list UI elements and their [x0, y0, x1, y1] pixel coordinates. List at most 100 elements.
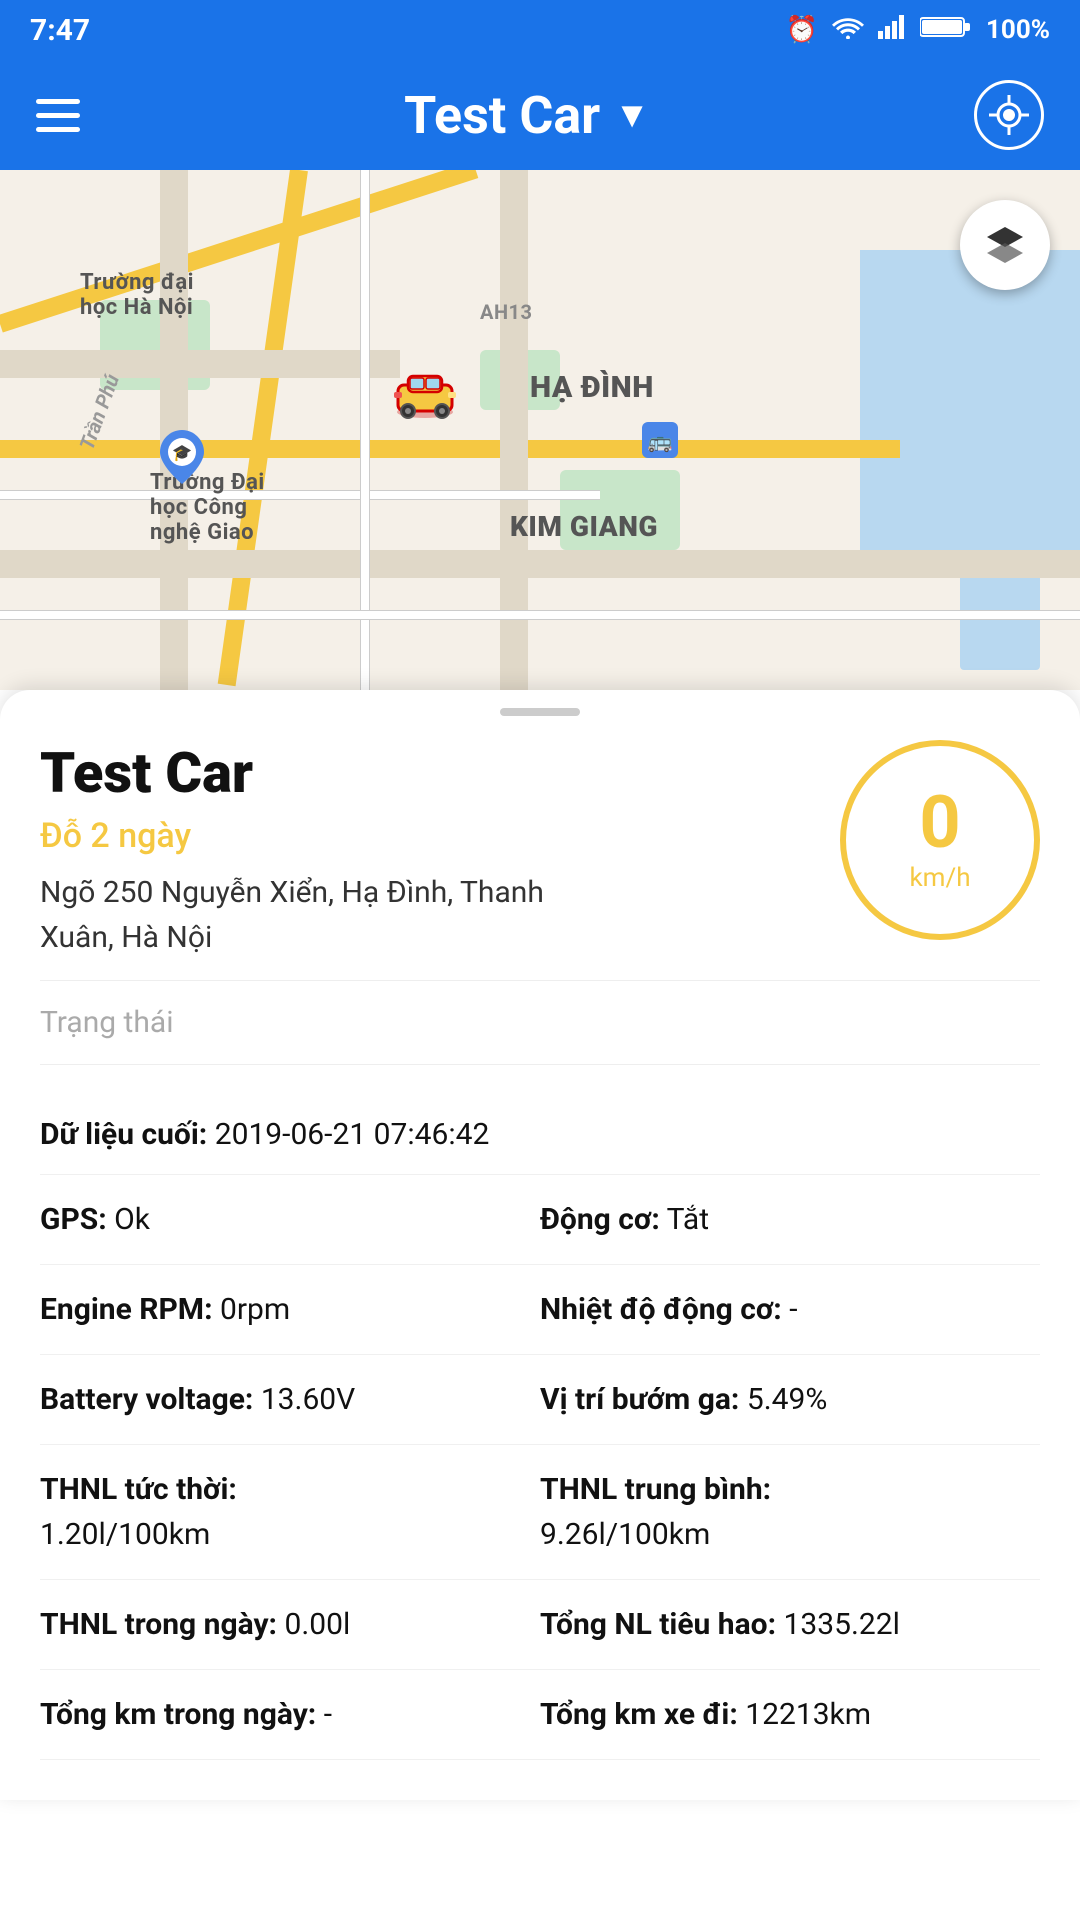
label-du-lieu-cuoi: Dữ liệu cuối: [40, 1117, 207, 1152]
data-col-battery: Battery voltage: 13.60V [40, 1377, 540, 1422]
data-col-dongco: Động cơ: Tắt [540, 1197, 1040, 1242]
map-road-gray [0, 350, 400, 378]
hamburger-menu[interactable] [36, 99, 80, 132]
app-title-text: Test Car [404, 85, 600, 146]
vehicle-name: Test Car [40, 740, 820, 806]
map-water [960, 510, 1040, 670]
app-bar: Test Car ▼ [0, 60, 1080, 170]
value-gps: Ok [114, 1202, 150, 1237]
map-label-hadình: HẠ ĐÌNH [530, 370, 654, 405]
vehicle-info-section: Test Car Đỗ 2 ngày Ngõ 250 Nguyễn Xiển, … [40, 740, 1040, 960]
data-item-thnl-trong-ngay: THNL trong ngày: 0.00l [40, 1607, 350, 1642]
map-road-gray [0, 550, 1080, 578]
trang-thai-section: Trạng thái [40, 980, 1040, 1065]
speed-unit: km/h [909, 863, 970, 893]
app-title-area[interactable]: Test Car ▼ [404, 85, 650, 146]
data-row-thnl-ngay-tongnl: THNL trong ngày: 0.00l Tổng NL tiêu hao:… [40, 1580, 1040, 1670]
value-tongkm-xedi: 12213km [745, 1697, 871, 1732]
data-col-tong-nl: Tổng NL tiêu hao: 1335.22l [540, 1602, 1040, 1647]
map-pin-university: 🎓 [160, 430, 204, 480]
pull-handle[interactable] [40, 690, 1040, 740]
data-item-vitribuomga: Vị trí bướm ga: 5.49% [540, 1382, 827, 1417]
map-layer-button[interactable] [960, 200, 1050, 290]
data-col-tongkm-xedi: Tổng km xe đi: 12213km [540, 1692, 1040, 1737]
speedometer: 0 km/h [840, 740, 1040, 940]
value-thnl-trong-ngay: 0.00l [284, 1607, 350, 1642]
map-road [0, 440, 900, 458]
data-item-tongkm-ngay: Tổng km trong ngày: - [40, 1697, 332, 1732]
data-item-du-lieu-cuoi: Dữ liệu cuối: 2019-06-21 07:46:42 [40, 1117, 489, 1152]
status-time: 7:47 [30, 13, 90, 48]
data-col-thnl-trong-ngay: THNL trong ngày: 0.00l [40, 1602, 540, 1647]
map-label-hanu: Trường đạihọc Hà Nội [80, 270, 194, 320]
value-tongkm-ngay: - [324, 1697, 332, 1732]
data-col-vitribuomga: Vị trí bướm ga: 5.49% [540, 1377, 1040, 1422]
map-label-ah13: AH13 [480, 300, 533, 324]
data-section: Dữ liệu cuối: 2019-06-21 07:46:42 GPS: O… [40, 1095, 1040, 1760]
map-road-thin [0, 490, 600, 500]
data-col-rpm: Engine RPM: 0rpm [40, 1287, 540, 1332]
map-area[interactable]: Trường đạihọc Hà Nội AH13 HẠ ĐÌNH KIM GI… [0, 170, 1080, 690]
battery-icon [920, 15, 972, 46]
data-item-thnl-tuc-thoi: THNL tức thời: 1.20l/100km [40, 1467, 540, 1552]
map-road-thin [0, 610, 1080, 620]
value-du-lieu-cuoi: 2019-06-21 07:46:42 [215, 1117, 490, 1152]
bottom-panel: Test Car Đỗ 2 ngày Ngõ 250 Nguyễn Xiển, … [0, 690, 1080, 1800]
data-item-gps: GPS: Ok [40, 1202, 150, 1237]
vehicle-text: Test Car Đỗ 2 ngày Ngõ 250 Nguyễn Xiển, … [40, 740, 820, 960]
label-vitribuomga: Vị trí bướm ga: [540, 1382, 739, 1417]
label-tong-nl: Tổng NL tiêu hao: [540, 1607, 776, 1642]
data-item-rpm: Engine RPM: 0rpm [40, 1292, 290, 1327]
data-col-nhietdo: Nhiệt độ động cơ: - [540, 1287, 1040, 1332]
map-label-kimgiang: KIM GIANG [510, 510, 658, 543]
data-col-tongkm-ngay: Tổng km trong ngày: - [40, 1692, 540, 1737]
data-item-dongco: Động cơ: Tắt [540, 1202, 709, 1237]
label-nhietdo: Nhiệt độ động cơ: [540, 1292, 782, 1327]
label-tongkm-ngay: Tổng km trong ngày: [40, 1697, 316, 1732]
status-bar: 7:47 ⏰ 100% [0, 0, 1080, 60]
data-item-battery: Battery voltage: 13.60V [40, 1382, 355, 1417]
car-marker [390, 370, 460, 420]
data-item-nhietdo: Nhiệt độ động cơ: - [540, 1292, 798, 1327]
label-tongkm-xedi: Tổng km xe đi: [540, 1697, 738, 1732]
label-rpm: Engine RPM: [40, 1292, 213, 1327]
label-battery: Battery voltage: [40, 1382, 253, 1417]
value-nhietdo: - [789, 1292, 797, 1327]
data-row-du-lieu-cuoi: Dữ liệu cuối: 2019-06-21 07:46:42 [40, 1095, 1040, 1175]
value-thnl-tuc-thoi: 1.20l/100km [40, 1517, 210, 1552]
vehicle-address: Ngõ 250 Nguyễn Xiển, Hạ Đình, Thanh Xuân… [40, 870, 600, 960]
battery-percent: 100% [986, 15, 1050, 45]
data-row-tongkm: Tổng km trong ngày: - Tổng km xe đi: 122… [40, 1670, 1040, 1760]
value-vitribuomga: 5.49% [747, 1382, 827, 1417]
signal-icon [878, 15, 906, 46]
dropdown-arrow-icon: ▼ [614, 94, 650, 136]
pull-handle-bar [500, 708, 580, 716]
data-item-tong-nl: Tổng NL tiêu hao: 1335.22l [540, 1607, 900, 1642]
vehicle-status: Đỗ 2 ngày [40, 816, 820, 856]
data-row-thnl: THNL tức thời: 1.20l/100km THNL trung bì… [40, 1445, 1040, 1580]
location-button[interactable] [974, 80, 1044, 150]
label-gps: GPS: [40, 1202, 107, 1237]
label-thnl-trung-binh: THNL trung bình: [540, 1467, 1040, 1512]
data-row-rpm-nhietdo: Engine RPM: 0rpm Nhiệt độ động cơ: - [40, 1265, 1040, 1355]
svg-text:🎓: 🎓 [172, 443, 192, 462]
map-pin-bus: 🚌 [640, 420, 680, 466]
label-thnl-trong-ngay: THNL trong ngày: [40, 1607, 277, 1642]
speed-value: 0 [919, 787, 960, 859]
map-water [860, 250, 1080, 550]
alarm-icon: ⏰ [786, 15, 818, 45]
svg-text:🚌: 🚌 [648, 429, 673, 453]
wifi-icon [832, 15, 864, 46]
status-icons: ⏰ 100% [786, 15, 1050, 46]
label-thnl-tuc-thoi: THNL tức thời: [40, 1467, 540, 1512]
value-thnl-trung-binh: 9.26l/100km [540, 1517, 710, 1552]
value-battery: 13.60V [261, 1382, 355, 1417]
data-row-battery-vitri: Battery voltage: 13.60V Vị trí bướm ga: … [40, 1355, 1040, 1445]
trang-thai-label: Trạng thái [40, 1005, 174, 1040]
value-tong-nl: 1335.22l [784, 1607, 900, 1642]
data-item-thnl-trung-binh: THNL trung bình: 9.26l/100km [540, 1467, 1040, 1552]
value-dongco: Tắt [667, 1202, 709, 1237]
data-col-thnl-trung-binh: THNL trung bình: 9.26l/100km [540, 1467, 1040, 1557]
value-rpm: 0rpm [220, 1292, 290, 1327]
data-col-gps: GPS: Ok [40, 1197, 540, 1242]
